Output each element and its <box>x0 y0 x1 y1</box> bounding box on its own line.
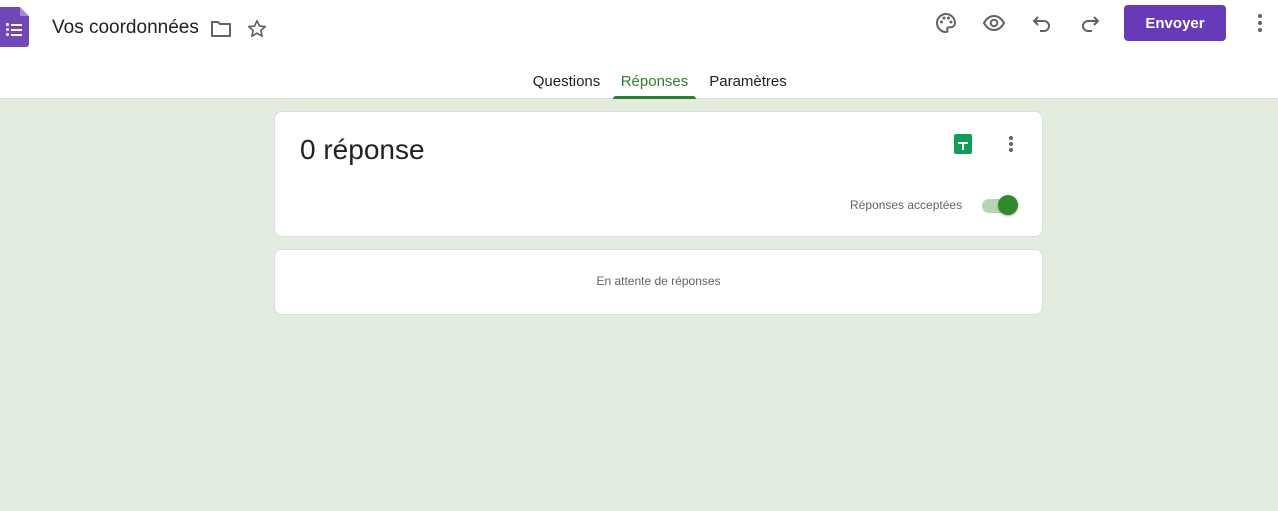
tab-label: Réponses <box>620 73 689 90</box>
waiting-message: En attente de réponses <box>596 274 721 288</box>
tab-label: Questions <box>532 73 601 90</box>
more-vert-icon[interactable] <box>995 128 1027 160</box>
star-icon[interactable] <box>241 13 273 45</box>
redo-icon[interactable] <box>1074 7 1106 39</box>
palette-icon[interactable] <box>930 7 962 39</box>
accepting-responses-label: Réponses acceptées <box>850 198 963 212</box>
send-button[interactable]: Envoyer <box>1124 5 1226 41</box>
forms-logo-icon[interactable] <box>0 7 29 47</box>
empty-state-card: En attente de réponses <box>274 249 1043 315</box>
more-vert-icon[interactable] <box>1244 7 1276 39</box>
form-title[interactable]: Vos coordonnées <box>52 17 199 39</box>
accepting-responses-toggle[interactable] <box>982 194 1020 216</box>
tab-bar: Questions Réponses Paramètres <box>0 60 1278 99</box>
eye-icon[interactable] <box>978 7 1010 39</box>
toggle-knob <box>998 195 1018 215</box>
tab-label: Paramètres <box>709 73 787 90</box>
response-count: 0 réponse <box>300 134 425 165</box>
responses-summary-card: 0 réponse Réponses acceptées <box>274 111 1043 237</box>
tab-settings[interactable]: Paramètres <box>704 60 792 99</box>
top-app-bar: Vos coordonnées Envoyer Questions Répons… <box>0 0 1278 99</box>
folder-icon[interactable] <box>205 13 237 45</box>
sheets-link-icon[interactable] <box>954 134 972 154</box>
tab-responses[interactable]: Réponses <box>613 60 696 99</box>
undo-icon[interactable] <box>1026 7 1058 39</box>
tab-questions[interactable]: Questions <box>527 60 606 99</box>
